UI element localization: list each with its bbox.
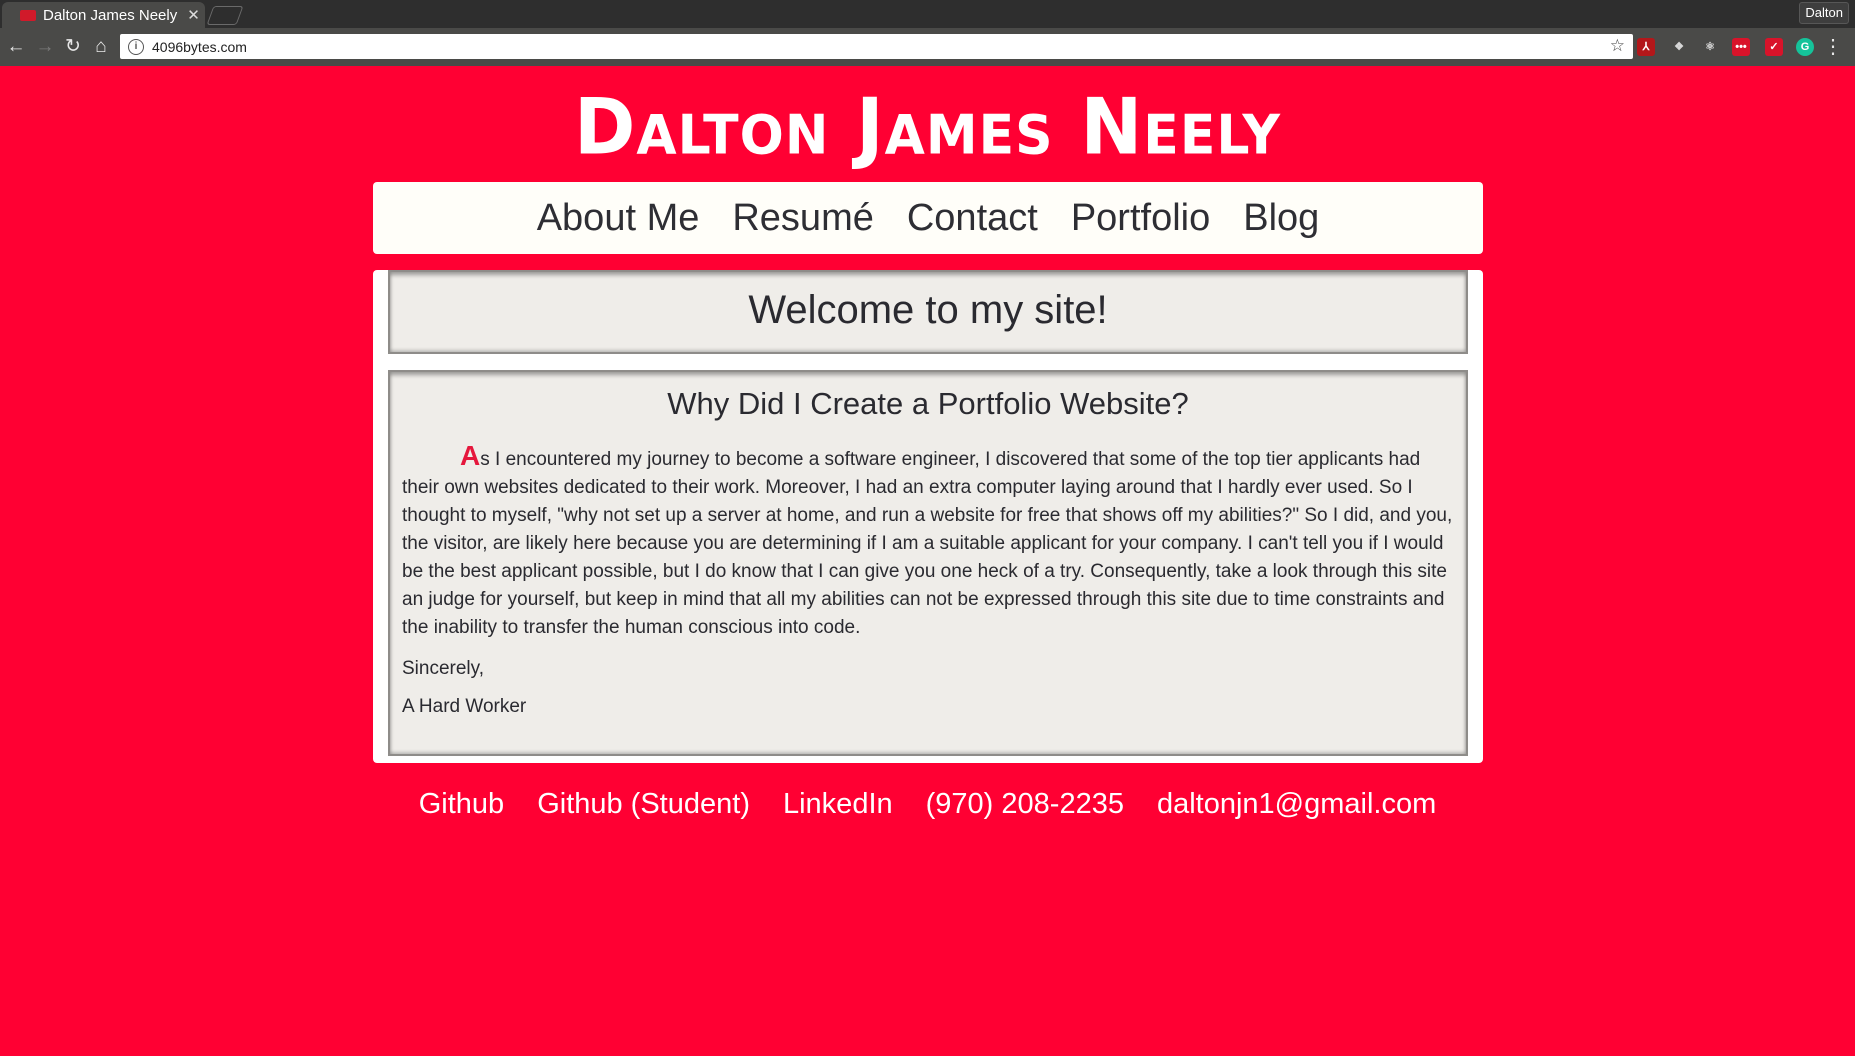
profile-button[interactable]: Dalton — [1799, 2, 1849, 24]
url-text: 4096bytes.com — [152, 38, 247, 55]
react-extension-icon[interactable]: ⚛ — [1701, 38, 1719, 56]
site-favicon-icon — [20, 9, 36, 21]
site-title: Dalton James Neely — [573, 81, 1282, 173]
grammarly-extension-icon[interactable]: G — [1796, 38, 1814, 56]
nav-blog[interactable]: Blog — [1243, 197, 1319, 240]
drop-cap: A — [460, 440, 481, 471]
new-tab-button[interactable] — [206, 6, 244, 25]
article-closing: Sincerely, — [402, 658, 485, 679]
article-heading: Why Did I Create a Portfolio Website? — [667, 386, 1189, 421]
browser-menu-icon[interactable]: ⋮ — [1823, 34, 1843, 60]
lastpass-extension-icon[interactable]: ••• — [1732, 38, 1750, 56]
nav-contact[interactable]: Contact — [907, 197, 1038, 240]
browser-tab[interactable]: Dalton James Neely ✕ — [2, 2, 205, 28]
footer-linkedin-link[interactable]: LinkedIn — [783, 788, 893, 821]
article-signature: A Hard Worker — [402, 696, 527, 717]
address-bar[interactable]: i 4096bytes.com ☆ — [120, 34, 1633, 59]
back-arrow-icon[interactable]: ← — [4, 35, 28, 59]
article-body: As I encountered my journey to become a … — [402, 442, 1454, 642]
nav-about-me[interactable]: About Me — [537, 197, 700, 240]
footer-links: Github Github (Student) LinkedIn (970) 2… — [0, 788, 1855, 821]
article-body-text: s I encountered my journey to become a s… — [402, 449, 1453, 638]
evernote-extension-icon[interactable]: ✓ — [1765, 38, 1783, 56]
content-frame: Welcome to my site! Why Did I Create a P… — [373, 270, 1483, 763]
browser-toolbar: ← → ↻ ⌂ i 4096bytes.com ☆ ⅄ ❖ ⚛ ••• ✓ G … — [0, 28, 1855, 66]
article-panel: Why Did I Create a Portfolio Website? As… — [388, 370, 1468, 756]
footer-email-link[interactable]: daltonjn1@gmail.com — [1157, 788, 1436, 821]
footer-github-student-link[interactable]: Github (Student) — [537, 788, 750, 821]
nav-portfolio[interactable]: Portfolio — [1071, 197, 1210, 240]
welcome-panel: Welcome to my site! — [388, 270, 1468, 354]
footer-github-link[interactable]: Github — [419, 788, 504, 821]
footer-phone-link[interactable]: (970) 208-2235 — [926, 788, 1124, 821]
home-icon[interactable]: ⌂ — [89, 35, 113, 59]
pdf-extension-icon[interactable]: ⅄ — [1637, 38, 1655, 56]
bookmark-star-icon[interactable]: ☆ — [1610, 36, 1625, 56]
page-viewport: Dalton James Neely About Me Resumé Conta… — [0, 66, 1855, 1056]
tab-close-icon[interactable]: ✕ — [187, 6, 200, 24]
forward-arrow-icon[interactable]: → — [33, 35, 57, 59]
tab-bar: Dalton James Neely ✕ Dalton — [0, 0, 1855, 28]
welcome-heading: Welcome to my site! — [748, 288, 1108, 332]
dropbox-extension-icon[interactable]: ❖ — [1670, 38, 1688, 56]
main-nav: About Me Resumé Contact Portfolio Blog — [373, 182, 1483, 254]
tab-title: Dalton James Neely — [43, 6, 178, 24]
nav-resume[interactable]: Resumé — [732, 197, 874, 240]
site-info-icon[interactable]: i — [128, 38, 144, 55]
reload-icon[interactable]: ↻ — [61, 35, 85, 59]
